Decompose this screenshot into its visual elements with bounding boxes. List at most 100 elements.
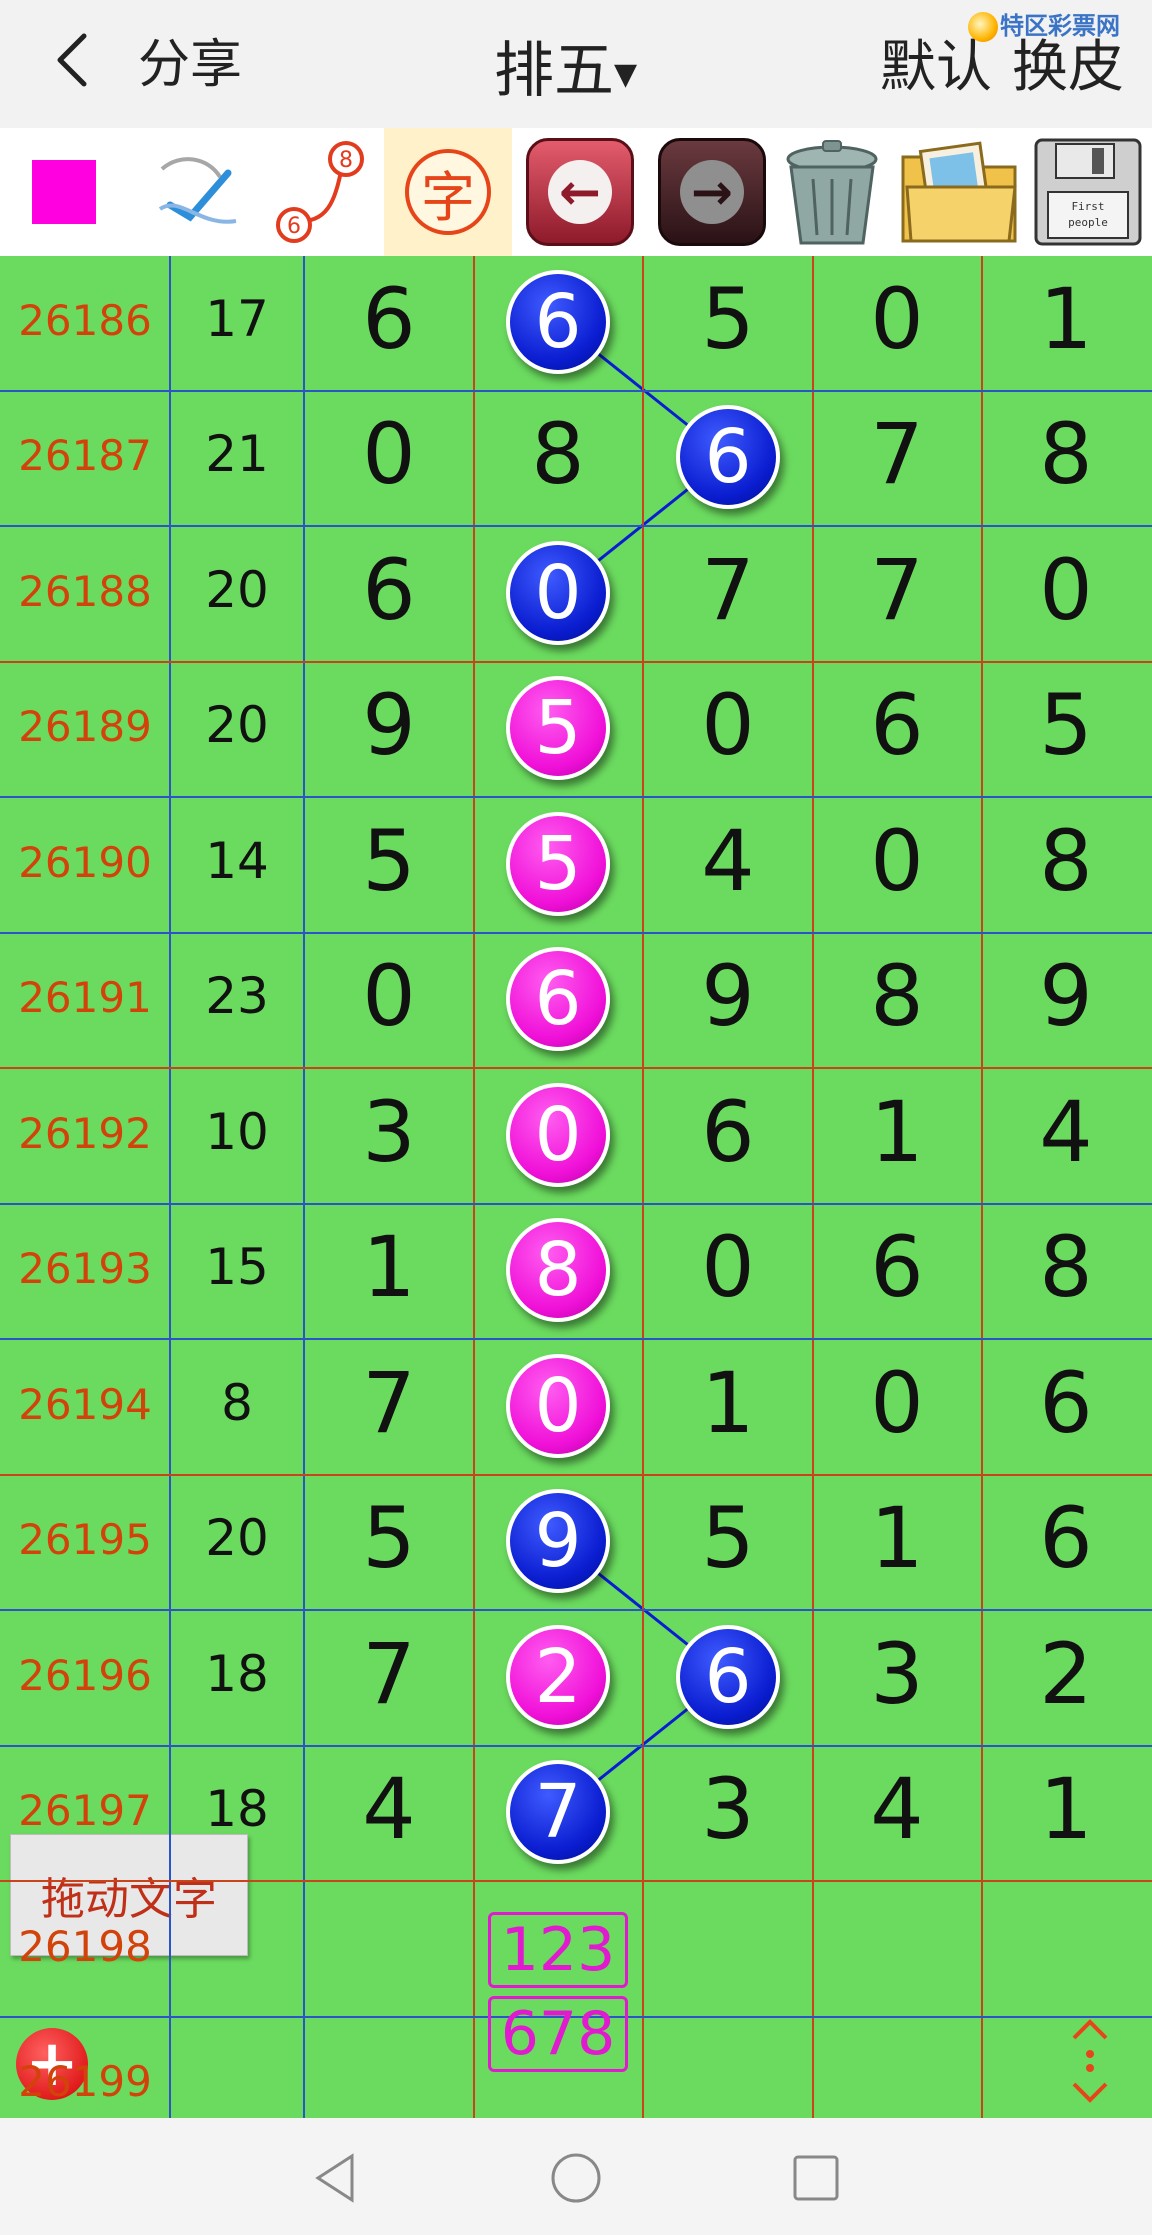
digit-cell[interactable]: 5 — [643, 1489, 813, 1587]
grid-row-line — [0, 796, 1152, 798]
back-arrow-icon[interactable] — [46, 30, 106, 90]
nav-home-icon[interactable] — [548, 2150, 604, 2206]
highlighted-digit-ball[interactable]: 0 — [506, 1082, 610, 1187]
digit-cell[interactable]: 6 — [304, 541, 474, 639]
highlighted-digit-ball[interactable]: 8 — [506, 1218, 610, 1323]
digit-cell[interactable]: 0 — [304, 947, 474, 1045]
digit-cell[interactable]: 5 — [304, 812, 474, 910]
digit-cell[interactable]: 3 — [643, 1760, 813, 1858]
digit-cell[interactable]: 1 — [643, 1354, 813, 1452]
digit-cell[interactable]: 7 — [812, 541, 982, 639]
sum-value: 23 — [205, 967, 269, 1026]
issue-number: 26192 — [18, 1108, 152, 1158]
digit-cell[interactable]: 1 — [812, 1083, 982, 1181]
digit-cell[interactable]: 0 — [643, 1218, 813, 1316]
digit-cell[interactable]: 6 — [981, 1354, 1151, 1452]
sum-value: 20 — [205, 560, 269, 619]
highlighted-digit-ball[interactable]: 6 — [506, 269, 610, 374]
digit-cell[interactable]: 1 — [981, 270, 1151, 368]
digit-cell[interactable]: 2 — [981, 1625, 1151, 1723]
digit-cell[interactable]: 8 — [812, 947, 982, 1045]
highlighted-digit-ball[interactable]: 0 — [506, 1353, 610, 1458]
digit-cell[interactable]: 4 — [981, 1083, 1151, 1181]
digit-cell[interactable]: 3 — [812, 1625, 982, 1723]
save-button[interactable]: First people — [1024, 128, 1152, 256]
number-trend-chart[interactable]: 拖动文字 + 26186 17 6 6 5 0 1 26187 21 0 8 6 7 8 26188 20 6 0… — [0, 256, 1152, 2118]
digit-cell[interactable]: 6 — [812, 1218, 982, 1316]
lottery-type-dropdown[interactable]: 排五▼ — [494, 22, 637, 109]
digit-cell[interactable]: 7 — [304, 1625, 474, 1723]
color-picker-button[interactable] — [0, 128, 128, 256]
redo-button[interactable]: → — [648, 128, 776, 256]
digit-cell[interactable]: 4 — [304, 1760, 474, 1858]
digit-cell[interactable]: 4 — [643, 812, 813, 910]
nav-back-icon[interactable] — [308, 2150, 364, 2206]
digit-cell[interactable]: 0 — [981, 541, 1151, 639]
digit-cell[interactable]: 0 — [812, 1354, 982, 1452]
watermark-logo-icon — [968, 12, 998, 42]
digit-cell[interactable]: 5 — [981, 676, 1151, 774]
sum-value: 20 — [205, 1509, 269, 1568]
digit-cell[interactable]: 8 — [981, 812, 1151, 910]
issue-number: 26199 — [18, 2057, 152, 2107]
issue-number: 26197 — [18, 1786, 152, 1836]
digit-cell[interactable]: 6 — [812, 676, 982, 774]
digit-cell[interactable]: 1 — [812, 1489, 982, 1587]
undo-button[interactable]: ← — [516, 128, 644, 256]
digit-cell[interactable]: 5 — [304, 1489, 474, 1587]
issue-number: 26191 — [18, 973, 152, 1023]
open-image-button[interactable] — [894, 128, 1024, 256]
share-button[interactable]: 分享 — [138, 22, 242, 97]
digit-cell[interactable]: 7 — [304, 1354, 474, 1452]
issue-number: 26190 — [18, 837, 152, 887]
digit-cell[interactable]: 4 — [812, 1760, 982, 1858]
text-char-icon: 字 — [405, 149, 491, 235]
digit-cell[interactable]: 8 — [981, 405, 1151, 503]
highlighted-digit-ball[interactable]: 5 — [506, 811, 610, 916]
digit-cell[interactable]: 1 — [981, 1760, 1151, 1858]
scroll-updown-icon[interactable] — [1062, 2016, 1118, 2106]
svg-text:8: 8 — [339, 148, 353, 173]
highlighted-digit-ball[interactable]: 2 — [506, 1624, 610, 1729]
svg-text:people: people — [1068, 216, 1108, 229]
digit-cell[interactable]: 9 — [981, 947, 1151, 1045]
digit-cell[interactable]: 6 — [981, 1489, 1151, 1587]
filter-number-box[interactable]: 678 — [488, 1996, 628, 2072]
sum-value: 17 — [205, 289, 269, 348]
color-swatch-icon — [32, 160, 96, 224]
digit-cell[interactable]: 3 — [304, 1083, 474, 1181]
disk-label-text: First — [1071, 200, 1104, 213]
digit-cell[interactable]: 7 — [812, 405, 982, 503]
digit-cell[interactable]: 0 — [812, 812, 982, 910]
nav-recents-icon[interactable] — [788, 2150, 844, 2206]
add-text-button[interactable]: 字 — [384, 128, 512, 256]
grid-row-line — [0, 390, 1152, 392]
highlighted-digit-ball[interactable]: 9 — [506, 1489, 610, 1594]
highlighted-digit-ball[interactable]: 0 — [506, 540, 610, 645]
drawing-toolbar: 8 6 字 ← → First people — [0, 128, 1152, 256]
digit-cell[interactable]: 1 — [304, 1218, 474, 1316]
digit-cell[interactable]: 7 — [643, 541, 813, 639]
highlighted-digit-ball[interactable]: 6 — [506, 947, 610, 1052]
connect-numbers-button[interactable]: 8 6 — [268, 128, 380, 256]
highlighted-digit-ball[interactable]: 5 — [506, 676, 610, 781]
digit-cell[interactable]: 0 — [304, 405, 474, 503]
digit-cell[interactable]: 9 — [304, 676, 474, 774]
clear-button[interactable] — [768, 128, 896, 256]
draw-line-button[interactable] — [140, 128, 260, 256]
digit-cell[interactable]: 8 — [473, 405, 643, 503]
digit-cell[interactable]: 8 — [981, 1218, 1151, 1316]
digit-cell[interactable]: 0 — [643, 676, 813, 774]
digit-cell[interactable]: 0 — [812, 270, 982, 368]
filter-number-box[interactable]: 123 — [488, 1912, 628, 1988]
digit-cell[interactable]: 5 — [643, 270, 813, 368]
page-title: 排五 — [494, 36, 614, 106]
highlighted-digit-ball[interactable]: 6 — [676, 1624, 780, 1729]
digit-cell[interactable]: 9 — [643, 947, 813, 1045]
digit-cell[interactable]: 6 — [643, 1083, 813, 1181]
highlighted-digit-ball[interactable]: 7 — [506, 1760, 610, 1865]
issue-number: 26188 — [18, 566, 152, 616]
digit-cell[interactable]: 6 — [304, 270, 474, 368]
dropdown-caret-icon: ▼ — [614, 56, 638, 92]
highlighted-digit-ball[interactable]: 6 — [676, 405, 780, 510]
